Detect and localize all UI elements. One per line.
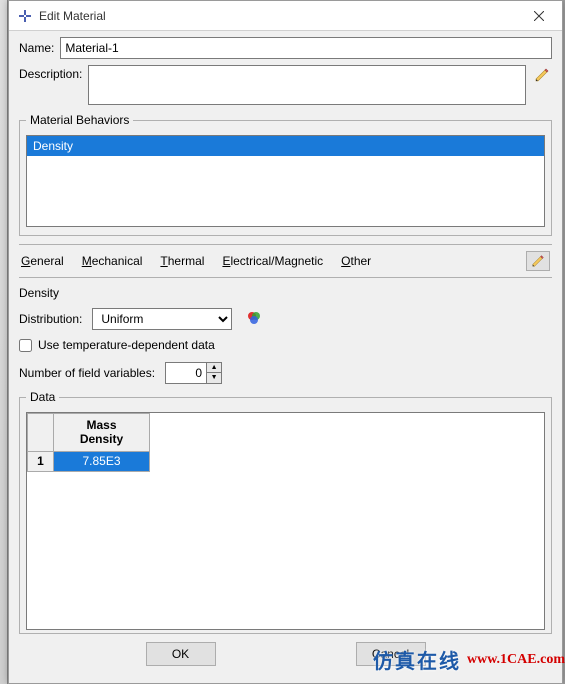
menu-mechanical[interactable]: Mechanical [82,254,143,268]
watermark: 仿真在线 www.1CAE.com [373,645,565,674]
edit-description-button[interactable] [532,65,552,85]
density-cell[interactable]: 7.85E3 [54,451,150,471]
description-input[interactable] [88,65,526,105]
fieldvars-input[interactable] [166,364,206,382]
spinner-down[interactable]: ▼ [207,373,221,383]
left-edge-strip [0,0,8,684]
close-button[interactable] [516,1,562,31]
dialog-window: Edit Material Name: Description: [8,0,563,684]
field-output-icon[interactable] [246,310,262,329]
dialog-content: Name: Description: Material Behaviors De… [9,31,562,676]
material-behaviors-group: Material Behaviors Density [19,113,552,236]
name-label: Name: [19,41,54,55]
pencil-icon [534,67,550,83]
watermark-cn: 仿真在线 [373,645,461,674]
titlebar: Edit Material [9,1,562,31]
data-table-container: MassDensity 1 7.85E3 [26,412,545,630]
fieldvars-label: Number of field variables: [19,366,155,380]
watermark-url: www.1CAE.com [467,652,565,668]
menu-general[interactable]: General [21,254,64,268]
table-row[interactable]: 1 7.85E3 [28,451,150,471]
app-icon [17,8,33,24]
behaviors-list[interactable]: Density [26,135,545,227]
spinner-up[interactable]: ▲ [207,363,221,373]
density-table[interactable]: MassDensity 1 7.85E3 [27,413,150,472]
table-corner [28,414,54,452]
pencil-icon [531,254,545,268]
description-label: Description: [19,65,82,81]
edit-behavior-button[interactable] [526,251,550,271]
row-index: 1 [28,451,54,471]
fieldvars-spinner[interactable]: ▲ ▼ [165,362,222,384]
menu-other[interactable]: Other [341,254,371,268]
distribution-label: Distribution: [19,312,82,326]
density-section-title: Density [19,286,552,300]
distribution-select[interactable]: Uniform [92,308,232,330]
temp-dependent-label: Use temperature-dependent data [38,338,215,352]
menu-electrical[interactable]: Electrical/Magnetic [222,254,323,268]
ok-button[interactable]: OK [146,642,216,666]
temp-dependent-checkbox[interactable] [19,339,32,352]
behavior-menu: General Mechanical Thermal Electrical/Ma… [19,244,552,278]
col-mass-density[interactable]: MassDensity [54,414,150,452]
behavior-item-density[interactable]: Density [27,136,544,156]
behaviors-legend: Material Behaviors [26,113,133,127]
window-title: Edit Material [39,9,516,23]
menu-thermal[interactable]: Thermal [160,254,204,268]
name-input[interactable] [60,37,552,59]
data-group: Data MassDensity 1 7.85E3 [19,390,552,634]
data-legend: Data [26,390,59,404]
